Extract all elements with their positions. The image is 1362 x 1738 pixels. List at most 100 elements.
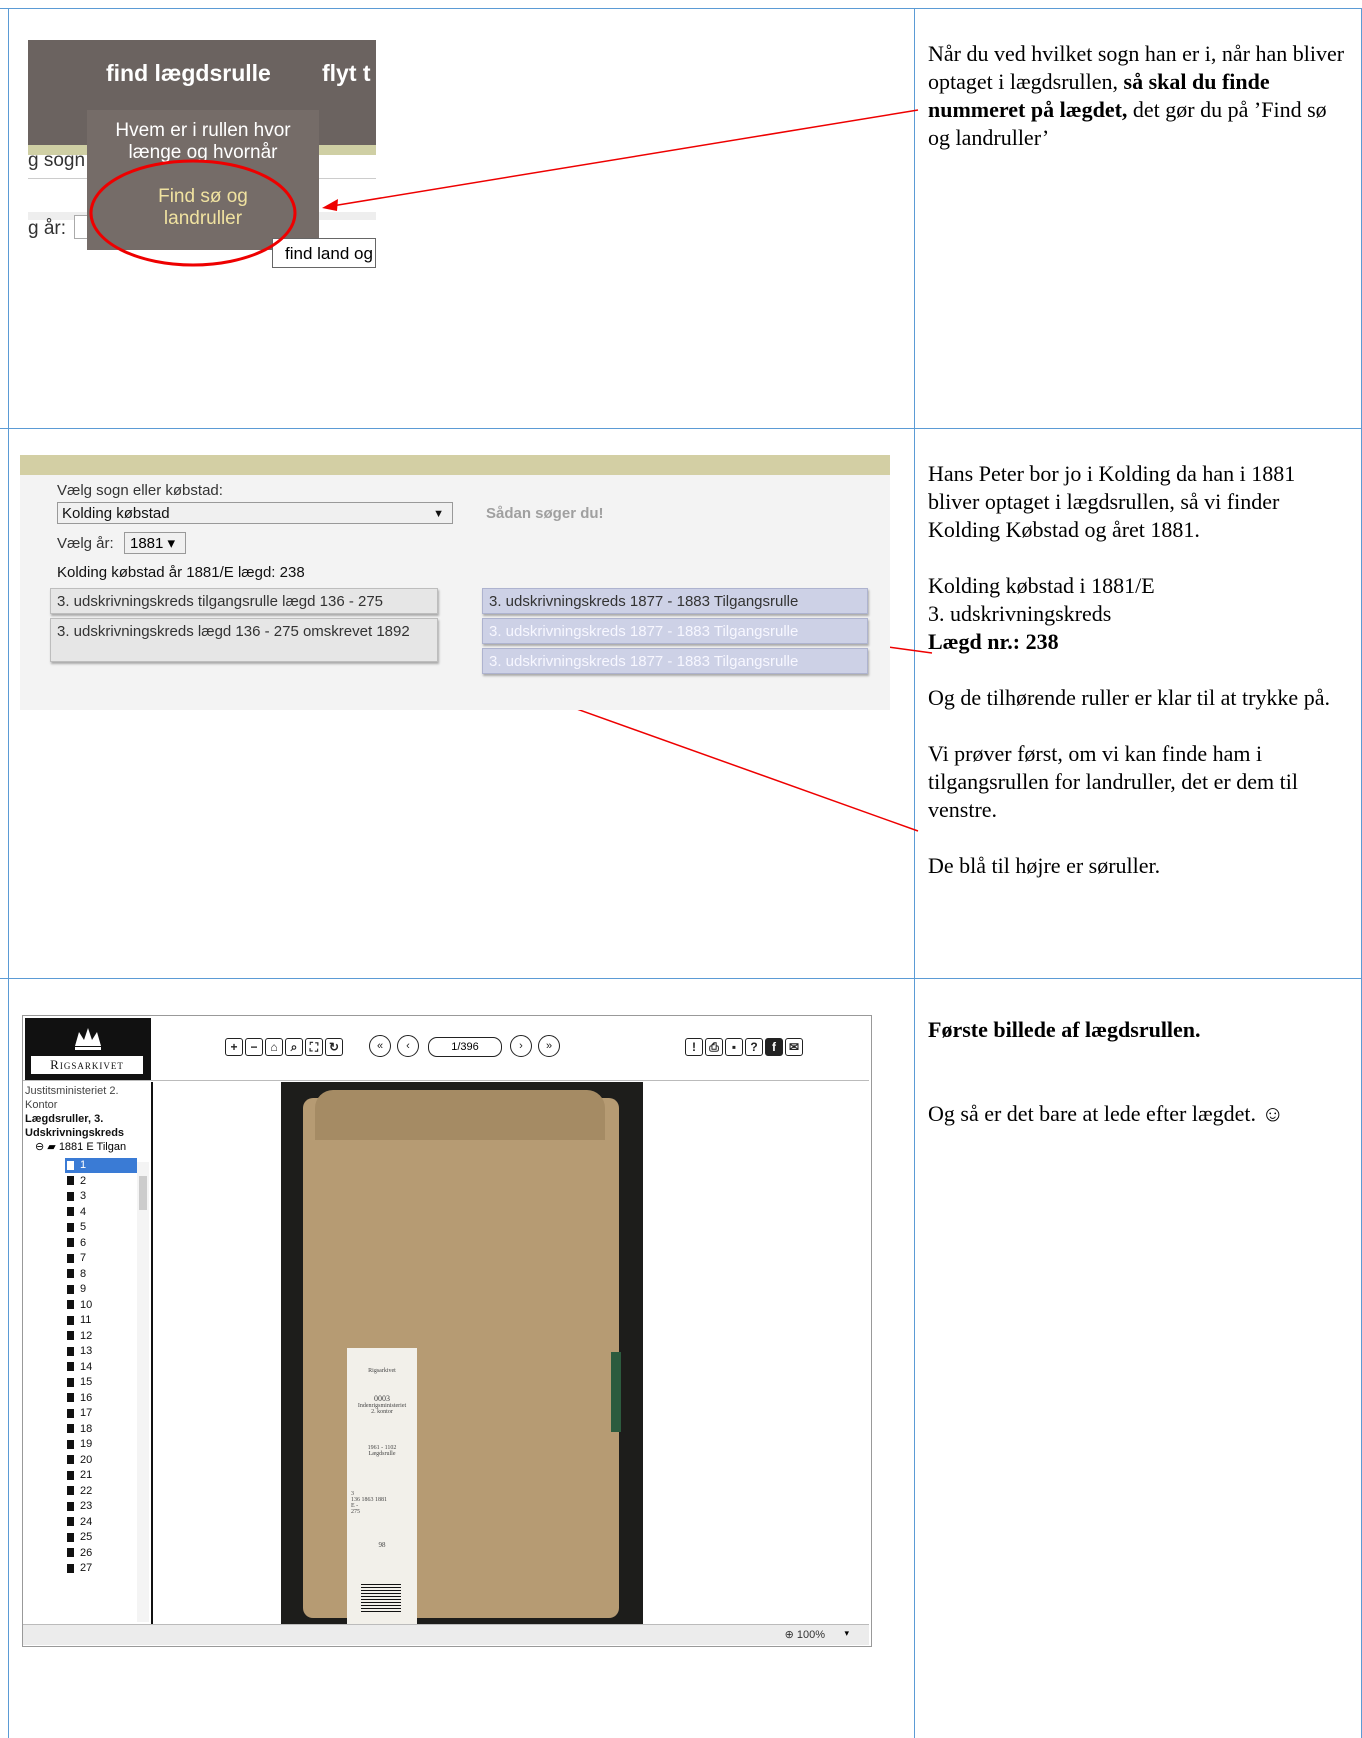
lock-button[interactable]: ⌂ <box>265 1038 283 1056</box>
label-line-3: 2. kontor <box>371 1409 393 1415</box>
file-icon <box>67 1315 74 1325</box>
parish-select[interactable]: Kolding købstad ▼ <box>57 502 453 524</box>
tree-item[interactable]: 11 <box>67 1313 137 1328</box>
file-icon <box>67 1191 74 1201</box>
tree-item[interactable]: 21 <box>67 1468 137 1483</box>
note2-p2-line3: Lægd nr.: 238 <box>928 629 1059 654</box>
label-line-5: Lægdsrulle <box>368 1451 396 1457</box>
file-icon <box>67 1238 74 1248</box>
toolbar-divider <box>23 1080 869 1081</box>
rotate-button[interactable]: ↻ <box>325 1038 343 1056</box>
note-panel2: Hans Peter bor jo i Kolding da han i 188… <box>928 460 1348 880</box>
tree-item[interactable]: 8 <box>67 1267 137 1282</box>
tree-item[interactable]: 7 <box>67 1251 137 1266</box>
tree-item-label: 13 <box>80 1345 93 1357</box>
tree-item[interactable]: 24 <box>67 1515 137 1530</box>
file-icon <box>67 1532 74 1542</box>
scrollbar-thumb[interactable] <box>139 1176 147 1210</box>
barcode <box>361 1584 401 1612</box>
note-panel1: Når du ved hvilket sogn han er i, når ha… <box>928 40 1348 152</box>
first-page-button[interactable]: « <box>369 1035 391 1057</box>
zoom-level[interactable]: ⊕ 100% <box>785 1628 825 1641</box>
tree-item[interactable]: 12 <box>67 1329 137 1344</box>
help-button[interactable]: ? <box>745 1038 763 1056</box>
tree-item[interactable]: 4 <box>67 1205 137 1220</box>
result-line: Kolding købstad år 1881/E lægd: 238 <box>57 564 305 581</box>
collapse-icon[interactable]: ⊖ <box>35 1141 44 1153</box>
tree-item[interactable]: 22 <box>67 1484 137 1499</box>
sea-roll-button-3[interactable]: 3. udskrivningskreds 1877 - 1883 Tilgang… <box>482 648 868 674</box>
tree-item-label: 15 <box>80 1376 93 1388</box>
tree-item[interactable]: 10 <box>67 1298 137 1313</box>
mail-icon[interactable]: ✉ <box>785 1038 803 1056</box>
tree-item[interactable]: 5 <box>67 1220 137 1235</box>
tree-item[interactable]: 19 <box>67 1437 137 1452</box>
facebook-icon[interactable]: f <box>765 1038 783 1056</box>
tree-item[interactable]: 14 <box>67 1360 137 1375</box>
prev-page-button[interactable]: ‹ <box>397 1035 419 1057</box>
sea-roll-button-1[interactable]: 3. udskrivningskreds 1877 - 1883 Tilgang… <box>482 588 868 614</box>
document-image: Rigsarkivet 0003 Indenrigsministeriet 2.… <box>281 1082 643 1626</box>
zoom-in-button[interactable]: + <box>225 1038 243 1056</box>
sea-roll-button-2[interactable]: 3. udskrivningskreds 1877 - 1883 Tilgang… <box>482 618 868 644</box>
label-line-1: 0003 <box>374 1394 390 1403</box>
zoom-out-button[interactable]: − <box>245 1038 263 1056</box>
tree-item-label: 12 <box>80 1329 93 1342</box>
tree-item[interactable]: 9 <box>67 1282 137 1297</box>
logo-text: Rigsarkivet <box>31 1056 143 1074</box>
file-icon <box>67 1470 74 1480</box>
tree-item[interactable]: 17 <box>67 1406 137 1421</box>
tree-item[interactable]: 3 <box>67 1189 137 1204</box>
tree-item-label: 3 <box>80 1190 87 1202</box>
tree-item[interactable]: 23 <box>67 1499 137 1514</box>
save-button[interactable]: ▪ <box>725 1038 743 1056</box>
tree-item[interactable]: 1 <box>65 1158 137 1173</box>
print-button[interactable]: ⎙ <box>705 1038 723 1056</box>
file-icon <box>67 1362 74 1372</box>
tree-item[interactable]: 15 <box>67 1375 137 1390</box>
file-icon <box>67 1548 74 1558</box>
file-icon <box>67 1563 74 1573</box>
file-icon <box>67 1455 74 1465</box>
select-label: Vælg sogn eller købstad: <box>57 482 223 499</box>
tree-item[interactable]: 16 <box>67 1391 137 1406</box>
page-counter[interactable]: 1/396 <box>428 1037 502 1057</box>
zoom-dropdown-icon[interactable]: ▾ <box>844 1628 849 1639</box>
tree-item-label: 16 <box>80 1391 93 1404</box>
fit-screen-button[interactable]: ⛶ <box>305 1038 323 1056</box>
file-icon <box>67 1408 74 1418</box>
report-button[interactable]: ! <box>685 1038 703 1056</box>
note2-p3: Og de tilhørende ruller er klar til at t… <box>928 685 1330 710</box>
year-select[interactable]: 1881 ▾ <box>124 532 186 554</box>
tree-item[interactable]: 18 <box>67 1422 137 1437</box>
tree-scrollbar[interactable] <box>137 1162 149 1622</box>
tree-item[interactable]: 20 <box>67 1453 137 1468</box>
tree-item-label: 21 <box>80 1469 93 1481</box>
help-link[interactable]: Sådan søger du! <box>486 505 604 522</box>
year-label: Vælg år: <box>57 535 114 552</box>
tree-item[interactable]: 26 <box>67 1546 137 1561</box>
note2-p2-line2: 3. udskrivningskreds <box>928 601 1112 626</box>
tree-folder[interactable]: ⊖ ▰ 1881 E Tilgan <box>35 1140 126 1153</box>
tree-item[interactable]: 2 <box>67 1174 137 1189</box>
file-icon <box>67 1222 74 1232</box>
tree-item-label: 18 <box>80 1422 93 1435</box>
tree-item[interactable]: 13 <box>67 1344 137 1359</box>
arrow-line-find <box>331 109 919 207</box>
tree-item[interactable]: 25 <box>67 1530 137 1545</box>
last-page-button[interactable]: » <box>538 1035 560 1057</box>
label-line-10: 98 <box>378 1541 386 1549</box>
tree-item[interactable]: 27 <box>67 1561 137 1576</box>
next-page-button[interactable]: › <box>510 1035 532 1057</box>
tree-item-label: 17 <box>80 1407 93 1419</box>
file-icon <box>67 1501 74 1511</box>
land-roll-button-1[interactable]: 3. udskrivningskreds tilgangsrulle lægd … <box>50 588 438 614</box>
note2-p1: Hans Peter bor jo i Kolding da han i 188… <box>928 461 1296 542</box>
tree-folder-label: 1881 E Tilgan <box>58 1141 127 1153</box>
tree-item-label: 25 <box>80 1531 93 1543</box>
search-icon[interactable]: ⌕ <box>285 1038 303 1056</box>
note2-p4: Vi prøver først, om vi kan finde ham i t… <box>928 741 1298 822</box>
tree-item[interactable]: 6 <box>67 1236 137 1251</box>
tree-item-label: 1 <box>80 1159 87 1171</box>
land-roll-button-2[interactable]: 3. udskrivningskreds lægd 136 - 275 omsk… <box>50 618 438 662</box>
